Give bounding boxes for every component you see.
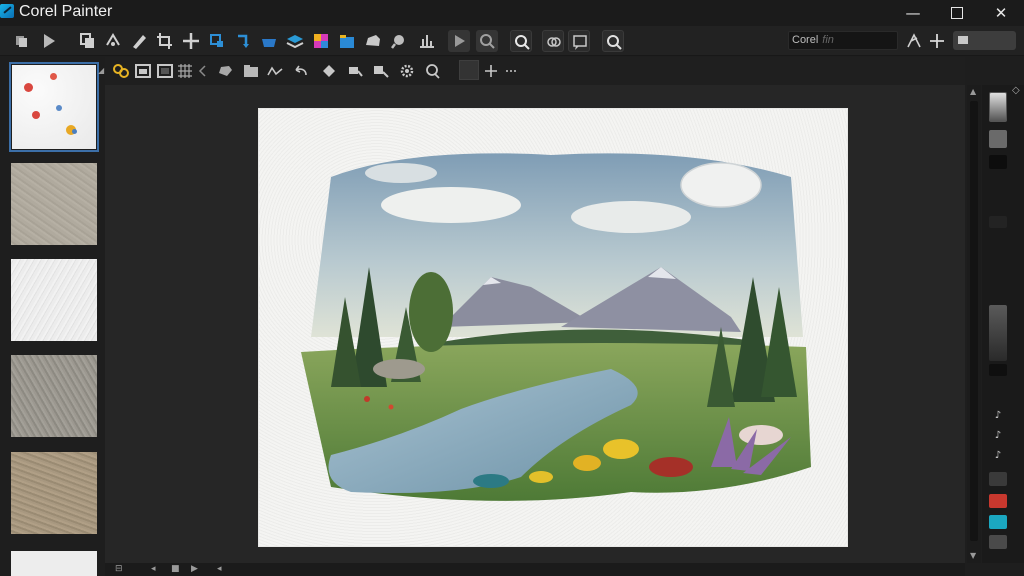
selection-icon[interactable] (206, 30, 228, 52)
paint-dot-blue (56, 105, 62, 111)
brush-tip-icon[interactable]: ♪ (989, 410, 1007, 422)
airbrush-icon[interactable]: ♪ (989, 430, 1007, 442)
opacity-swatch[interactable] (989, 130, 1007, 148)
landscape-painting (301, 153, 811, 501)
brush-curve-icon[interactable] (265, 60, 285, 82)
copy-icon[interactable] (76, 30, 98, 52)
search-placeholder: fin (822, 34, 834, 46)
play-icon[interactable] (448, 30, 470, 52)
cloud-icon[interactable] (362, 30, 384, 52)
panel-resize-grip-icon[interactable]: ◢ (98, 66, 104, 75)
value-slider[interactable] (989, 305, 1007, 361)
more-icon[interactable] (501, 60, 521, 82)
paint-dot-red (50, 73, 57, 80)
close-button[interactable]: ✕ (986, 2, 1016, 24)
search-input[interactable]: Corel fin (788, 31, 898, 50)
diamond-icon[interactable] (319, 60, 339, 82)
status-nav-icon[interactable]: ◂ (217, 564, 222, 574)
search-icon[interactable] (602, 30, 624, 52)
paper-swatch-selected[interactable] (9, 62, 99, 152)
folder-icon[interactable] (241, 60, 261, 82)
paper-swatch-canvas-gray[interactable] (11, 355, 97, 437)
image-icon[interactable] (133, 60, 153, 82)
canvas-area[interactable] (105, 85, 965, 563)
paint-dot-red (32, 111, 40, 119)
grid-icon[interactable] (175, 60, 195, 82)
clone-icon[interactable] (542, 30, 564, 52)
eraser-icon[interactable] (989, 535, 1007, 549)
scroll-down-icon[interactable]: ▼ (970, 551, 976, 560)
status-bar: ⊟ ◂ ■ ▶ ◂ (105, 563, 965, 576)
panel-pin-icon[interactable]: ◇ (1012, 85, 1020, 96)
paint-dot-red (24, 83, 33, 92)
status-nav-icon[interactable]: ⊟ (115, 564, 123, 574)
color-gradient-icon[interactable] (310, 30, 332, 52)
mixer-icon[interactable] (989, 472, 1007, 486)
corel-logo-icon (0, 4, 14, 18)
workspace-layout-button[interactable] (953, 31, 1016, 50)
main-color-swatch[interactable] (989, 494, 1007, 508)
color-swatch[interactable] (459, 60, 479, 80)
status-nav-icon[interactable]: ■ (171, 564, 180, 574)
zoom-refresh-icon[interactable] (476, 30, 498, 52)
move-icon[interactable] (180, 30, 202, 52)
maximize-button[interactable] (942, 2, 972, 24)
paper-swatch-kraft[interactable] (11, 452, 97, 534)
crop-icon[interactable] (154, 30, 176, 52)
plus-icon[interactable] (481, 60, 501, 82)
gear-icon[interactable] (397, 60, 417, 82)
frame-icon[interactable] (155, 60, 175, 82)
graph-icon[interactable] (416, 30, 438, 52)
pen-icon[interactable] (128, 30, 150, 52)
paper-swatch-linen[interactable] (11, 163, 97, 245)
stamp-icon[interactable] (345, 60, 365, 82)
canvas-vertical-scrollbar[interactable]: ▲ ▼ (967, 85, 981, 563)
play-icon[interactable] (38, 30, 60, 52)
black-swatch[interactable] (989, 155, 1007, 169)
paper-swatch-cold-press[interactable] (11, 259, 97, 341)
scrollbar-thumb[interactable] (970, 101, 978, 541)
eyedropper-icon[interactable] (388, 30, 410, 52)
search-value: Corel (792, 34, 819, 46)
chevron-left-icon[interactable] (193, 60, 213, 82)
secondary-color-swatch[interactable] (989, 515, 1007, 529)
brush-select-icon[interactable] (903, 30, 925, 52)
paper-library-panel (0, 57, 105, 576)
comment-icon[interactable] (568, 30, 590, 52)
undo-icon[interactable] (291, 60, 311, 82)
title-bar: Corel Painter — ✕ (0, 0, 1024, 26)
minimize-button[interactable]: — (898, 2, 928, 24)
status-nav-icon[interactable]: ▶ (191, 564, 198, 574)
layer-stack-icon[interactable] (284, 30, 306, 52)
zoom-icon[interactable] (510, 30, 532, 52)
paint-dot-blue (72, 129, 77, 134)
scroll-up-icon[interactable]: ▲ (970, 87, 976, 96)
link-icon[interactable] (111, 60, 131, 82)
maximize-icon (951, 7, 963, 19)
status-nav-icon[interactable]: ◂ (151, 564, 156, 574)
paint-bucket-icon[interactable] (258, 30, 280, 52)
transform-icon[interactable] (102, 30, 124, 52)
layers-icon[interactable] (10, 30, 32, 52)
pen-nib-icon[interactable]: ♪ (989, 450, 1007, 462)
main-toolbar: Corel fin (0, 26, 1024, 56)
app-title: Corel Painter (19, 3, 113, 20)
property-bar (105, 57, 965, 85)
paper-swatch-white[interactable] (11, 551, 97, 576)
brush-size-slider[interactable] (989, 92, 1007, 122)
rotate-icon[interactable] (232, 30, 254, 52)
lasso-icon[interactable] (423, 60, 443, 82)
folder-icon[interactable] (336, 30, 358, 52)
selection-icon[interactable] (371, 60, 391, 82)
dark-swatch[interactable] (989, 364, 1007, 376)
add-icon[interactable] (926, 30, 948, 52)
empty-slot (989, 216, 1007, 228)
hand-icon[interactable] (215, 60, 235, 82)
